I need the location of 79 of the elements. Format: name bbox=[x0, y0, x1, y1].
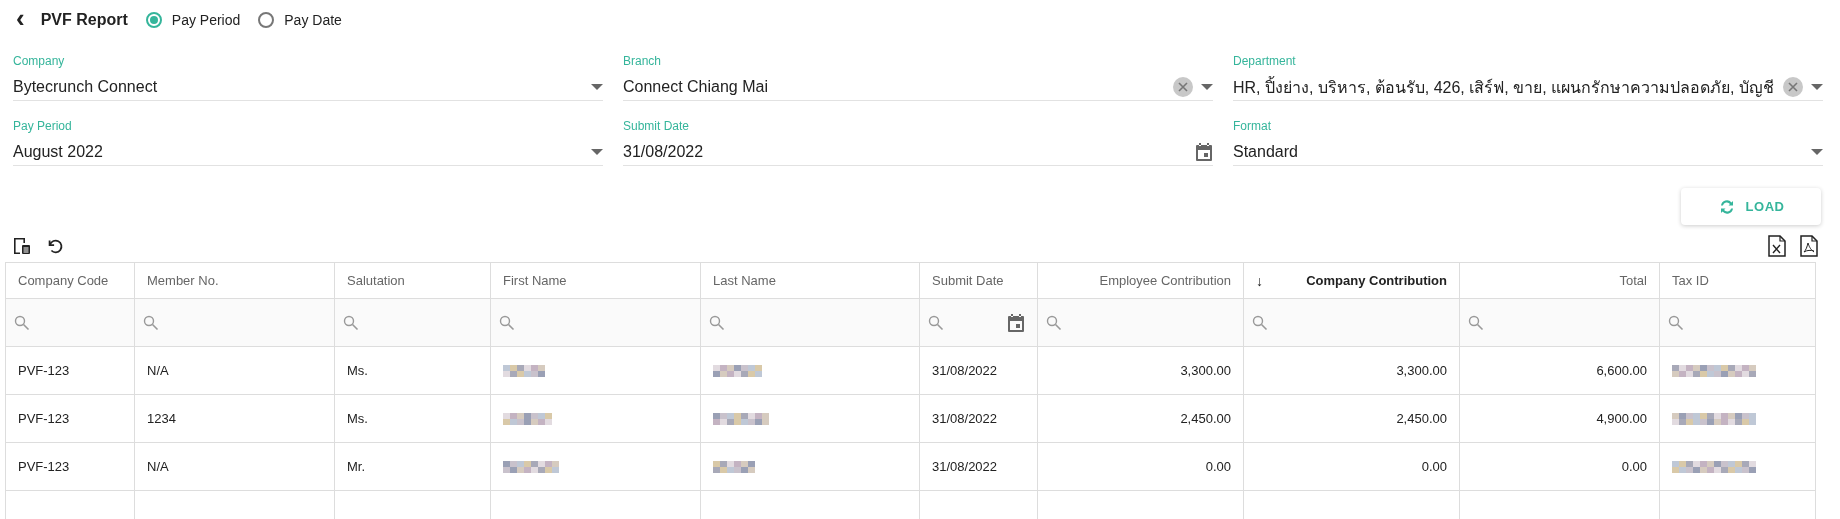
dropdown-caret-icon[interactable] bbox=[1201, 84, 1213, 90]
column-header[interactable]: Total bbox=[1619, 273, 1647, 288]
table-cell: 0.00 bbox=[1421, 459, 1447, 474]
table-cell: PVF-123 bbox=[18, 363, 70, 378]
field-value: Bytecrunch Connect bbox=[13, 78, 159, 96]
page-title: PVF Report bbox=[40, 11, 128, 29]
select-field[interactable]: Pay Period August 2022 bbox=[13, 119, 603, 166]
table-cell: PVF-123 bbox=[18, 459, 70, 474]
field-value: Standard bbox=[1233, 143, 1299, 161]
table-cell: 31/08/2022 bbox=[932, 459, 998, 474]
table-cell: 3,300.00 bbox=[1396, 363, 1447, 378]
field-label: Company bbox=[13, 54, 66, 68]
field-label: Department bbox=[1233, 54, 1297, 68]
radio-option[interactable]: Pay Date bbox=[258, 12, 342, 28]
column-header[interactable]: First Name bbox=[503, 273, 567, 288]
column-header[interactable]: Member No. bbox=[147, 273, 219, 288]
field-label: Submit Date bbox=[623, 119, 691, 133]
excel-file-icon[interactable] bbox=[1768, 234, 1786, 257]
table-cell: 2,450.00 bbox=[1180, 411, 1231, 426]
blurred-text bbox=[503, 460, 559, 473]
table-cell: 6,600.00 bbox=[1596, 363, 1647, 378]
table-cell: 4,900.00 bbox=[1596, 411, 1647, 426]
blurred-text bbox=[713, 460, 755, 473]
table-cell: Ms. bbox=[347, 411, 368, 426]
field-label: Branch bbox=[623, 54, 663, 68]
field-value: 31/08/2022 bbox=[623, 143, 705, 161]
table-cell: 0.00 bbox=[1205, 459, 1231, 474]
search-icon bbox=[1468, 314, 1484, 331]
select-field[interactable]: Format Standard bbox=[1233, 119, 1823, 166]
clear-icon[interactable] bbox=[1783, 77, 1803, 97]
dropdown-caret-icon[interactable] bbox=[1811, 84, 1823, 90]
calendar-icon[interactable] bbox=[1195, 142, 1213, 162]
search-icon bbox=[1046, 314, 1062, 331]
column-header[interactable]: Salutation bbox=[347, 273, 405, 288]
table-cell: Mr. bbox=[347, 459, 366, 474]
calendar-icon[interactable] bbox=[1007, 312, 1025, 333]
column-header[interactable]: Company Contribution bbox=[1306, 273, 1447, 288]
blurred-text bbox=[713, 364, 762, 377]
field-value: Connect Chiang Mai bbox=[623, 78, 769, 96]
field-value: HR, ปิ้งย่าง, บริหาร, ต้อนรับ, 426, เสิร์ฟ, ขาย, แผนกรักษาความปลอดภัย, บัญชี bbox=[1233, 75, 1775, 99]
table-cell: 31/08/2022 bbox=[932, 411, 998, 426]
search-icon bbox=[499, 314, 515, 331]
pdf-file-icon[interactable] bbox=[1800, 234, 1818, 257]
search-icon bbox=[1252, 314, 1268, 331]
search-icon bbox=[14, 314, 30, 331]
dropdown-caret-icon[interactable] bbox=[1811, 149, 1823, 155]
table-cell: 3,300.00 bbox=[1180, 363, 1231, 378]
select-field[interactable]: Department HR, ปิ้งย่าง, บริหาร, ต้อนรับ, 426, เสิร์ฟ, ขาย, แผนกรักษาความปลอดภัย, บัญชี bbox=[1233, 54, 1823, 101]
dropdown-caret-icon[interactable] bbox=[591, 149, 603, 155]
table-cell: 2,450.00 bbox=[1396, 411, 1447, 426]
blurred-text bbox=[503, 364, 545, 377]
column-chooser-icon[interactable] bbox=[12, 235, 32, 256]
dropdown-caret-icon[interactable] bbox=[591, 84, 603, 90]
table-cell: 31/08/2022 bbox=[932, 363, 998, 378]
search-icon bbox=[143, 314, 159, 331]
field-label: Format bbox=[1233, 119, 1272, 133]
search-icon bbox=[1668, 314, 1684, 331]
table-cell: 1234 bbox=[147, 411, 176, 426]
column-header[interactable]: Tax ID bbox=[1672, 273, 1709, 288]
select-field[interactable]: Branch Connect Chiang Mai bbox=[623, 54, 1213, 101]
search-icon bbox=[343, 314, 359, 331]
table-cell: Ms. bbox=[347, 363, 368, 378]
select-field[interactable]: Submit Date 31/08/2022 bbox=[623, 119, 1213, 166]
blurred-text bbox=[503, 412, 552, 425]
search-icon bbox=[709, 314, 725, 331]
table-cell: N/A bbox=[147, 459, 169, 474]
blurred-text bbox=[713, 412, 769, 425]
table-cell: PVF-123 bbox=[18, 411, 70, 426]
back-button[interactable]: ‹ bbox=[12, 5, 29, 35]
column-header[interactable]: Last Name bbox=[713, 273, 776, 288]
table-cell: N/A bbox=[147, 363, 169, 378]
field-value: August 2022 bbox=[13, 143, 104, 161]
clear-icon[interactable] bbox=[1173, 77, 1193, 97]
table-cell: 0.00 bbox=[1621, 459, 1647, 474]
select-field[interactable]: Company Bytecrunch Connect bbox=[13, 54, 603, 101]
radio-option[interactable]: Pay Period bbox=[145, 12, 241, 28]
search-icon bbox=[928, 314, 944, 331]
sort-arrow[interactable]: ↓ bbox=[1256, 272, 1263, 289]
field-label: Pay Period bbox=[13, 119, 73, 133]
